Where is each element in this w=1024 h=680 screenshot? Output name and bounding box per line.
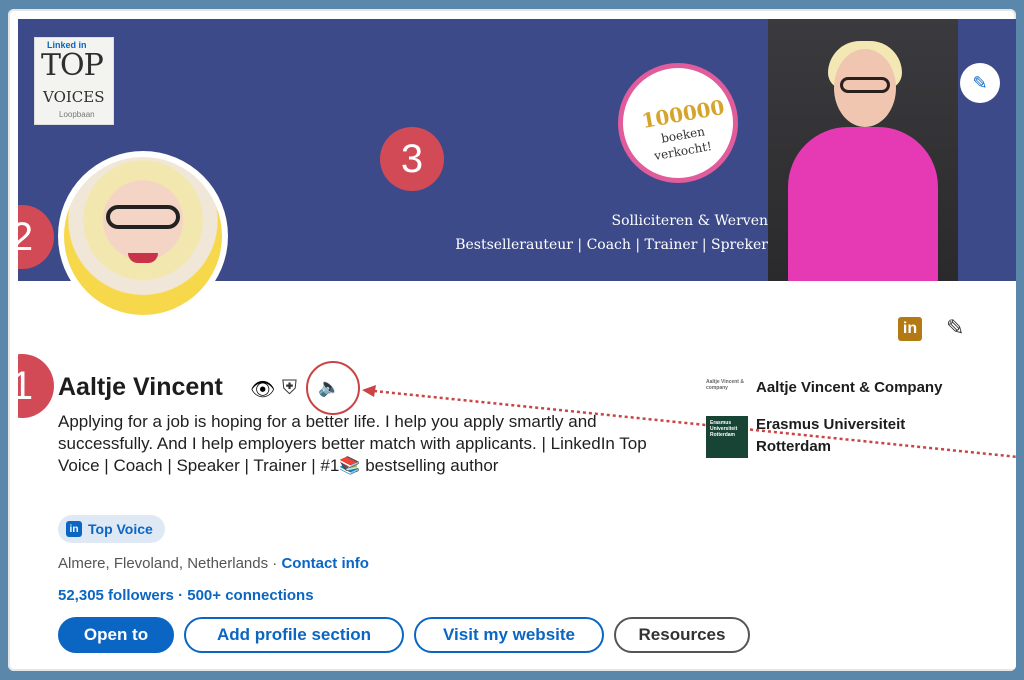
location-separator: · [268, 555, 282, 572]
screenshot-frame: Linked in TOP VOICES Loopbaan 100000 boe… [8, 9, 1016, 671]
profile-card: Linked in TOP VOICES Loopbaan 100000 boe… [18, 19, 1016, 669]
followers-link[interactable]: 52,305 followers [58, 587, 174, 604]
banner-tagline-1: Solliciteren & Werven [611, 213, 768, 229]
verified-shield-icon[interactable]: ⛨ [282, 377, 297, 400]
top-voice-badge[interactable]: in Top Voice [58, 515, 165, 543]
edit-intro-icon[interactable]: ✎ [946, 315, 972, 341]
linkedin-icon[interactable]: in [898, 317, 922, 341]
profile-headline: Applying for a job is hoping for a bette… [58, 412, 647, 475]
company-name-2-line1: Erasmus Universiteit [756, 416, 906, 433]
pencil-icon: ✎ [972, 72, 988, 93]
banner-tagline-2: Bestsellerauteur | Coach | Trainer | Spr… [455, 237, 768, 253]
eye-icon: 👁 [250, 379, 276, 401]
profile-name: Aaltje Vincent [58, 373, 223, 401]
annotation-3: 3 [380, 127, 444, 191]
profile-network: 52,305 followers · 500+ connections [58, 587, 314, 604]
company-logo-erasmus: Erasmus Universiteit Rotterdam [706, 416, 748, 458]
visit-website-button[interactable]: Visit my website [414, 617, 604, 653]
badge-top-text: TOP [41, 48, 104, 83]
company-logo-aaltje: Aaltje Vincent & company [706, 379, 744, 391]
avatar-glasses [106, 205, 180, 229]
company-name-2-line2: Rotterdam [756, 438, 832, 455]
top-voice-label: Top Voice [88, 521, 153, 537]
speaker-icon[interactable]: 🔈 [318, 377, 340, 398]
badge-voices-text: VOICES [43, 88, 105, 106]
linkedin-small-icon: in [66, 521, 82, 537]
add-profile-section-button[interactable]: Add profile section [184, 617, 404, 653]
connections-link[interactable]: · 500+ connections [174, 587, 313, 604]
open-to-button[interactable]: Open to [58, 617, 174, 653]
avatar-mouth [128, 253, 158, 263]
avatar-photo [64, 157, 222, 315]
company-name-1: Aaltje Vincent & Company [756, 379, 943, 396]
top-voices-badge: Linked in TOP VOICES Loopbaan [34, 37, 114, 125]
profile-location: Almere, Flevoland, Netherlands · Contact… [58, 555, 369, 572]
resources-button[interactable]: Resources [614, 617, 750, 653]
contact-info-link[interactable]: Contact info [281, 555, 369, 572]
sales-seal: 100000 boeken verkocht! [618, 63, 738, 183]
avatar[interactable] [58, 151, 228, 321]
banner-photo-shirt [788, 127, 938, 281]
annotation-1: 1 [18, 354, 54, 418]
badge-sub-text: Loopbaan [59, 110, 95, 119]
edit-banner-button[interactable]: ✎ [960, 63, 1000, 103]
banner-photo-glasses [840, 77, 890, 93]
location-text: Almere, Flevoland, Netherlands [58, 555, 269, 572]
